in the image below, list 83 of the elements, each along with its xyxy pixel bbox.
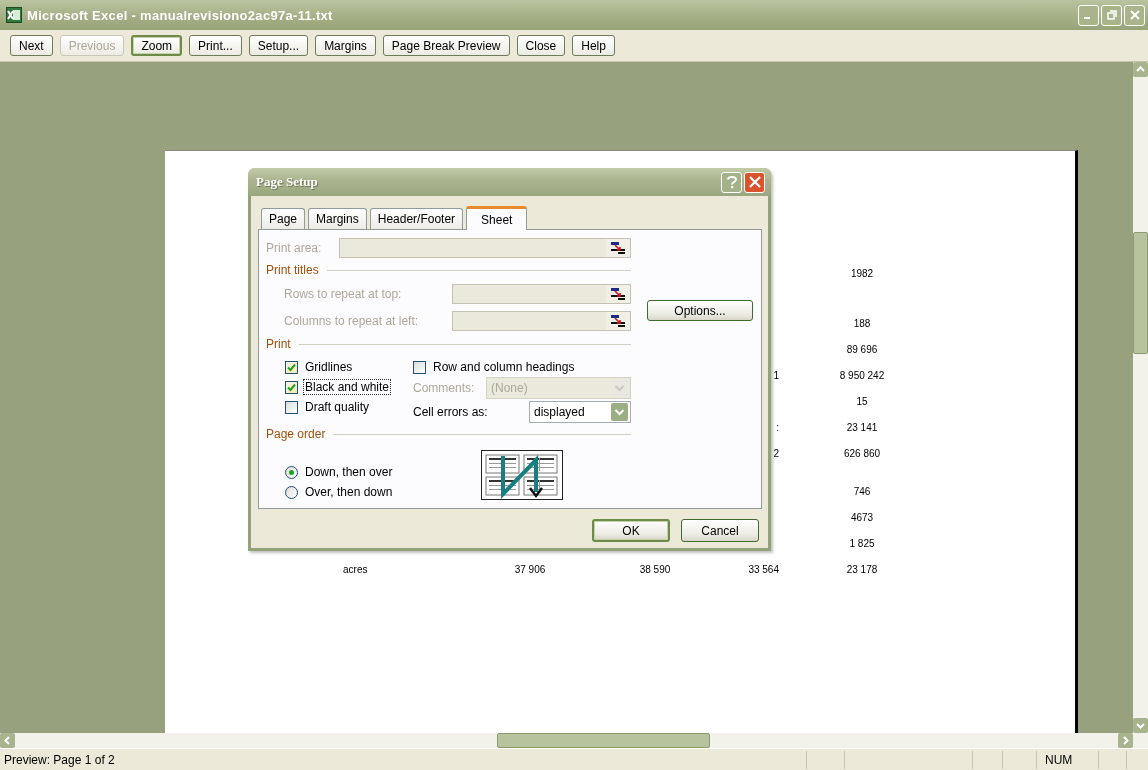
range-select-icon[interactable] [606,284,630,303]
dialog-title: Page Setup [256,174,319,190]
radio-label[interactable]: Over, then down [303,484,395,500]
toolbar-button[interactable]: Zoom [131,35,183,56]
section-heading: Page order [266,427,326,441]
minimize-icon [1084,17,1090,19]
scroll-thumb[interactable] [497,733,710,748]
table-cell: 23 141 [846,421,878,433]
checkbox[interactable] [285,360,298,374]
table-cell: acres [343,563,368,575]
scroll-left-icon[interactable] [0,733,15,748]
radio-button[interactable] [285,465,298,479]
table-cell: 188 [853,317,871,329]
radio-label[interactable]: Down, then over [303,464,395,480]
options-button[interactable]: Options... [647,300,753,321]
range-select-icon[interactable] [606,239,630,257]
table-cell: 1982 [850,267,874,279]
help-icon [725,175,738,189]
dialog-button[interactable]: OK [592,519,670,542]
tab[interactable]: Header/Footer [369,208,464,229]
status-text: Preview: Page 1 of 2 [3,752,116,767]
field-label: Rows to repeat at top: [284,286,403,301]
table-cell: 23 178 [846,563,878,575]
checkbox[interactable] [285,400,298,414]
input-field[interactable] [339,238,631,258]
close-icon [748,176,761,188]
checkbox[interactable] [285,380,298,394]
tab[interactable]: Margins [308,208,367,229]
radio-button[interactable] [285,485,298,499]
scroll-thumb[interactable] [1133,232,1148,354]
checkbox-label[interactable]: Gridlines [303,359,355,375]
table-cell: 15 [856,395,868,407]
table-cell: 626 860 [843,447,881,459]
tab[interactable]: Page [261,208,306,229]
scroll-right-icon[interactable] [1118,733,1133,748]
restore-icon [1106,10,1117,20]
table-cell: 4673 [850,511,874,523]
toolbar-button[interactable]: Help [572,35,615,56]
scroll-up-icon[interactable] [1133,62,1148,77]
table-cell: : [776,421,779,433]
dialog-button[interactable]: Cancel [681,519,759,542]
horizontal-scrollbar[interactable] [0,733,1148,748]
close-button[interactable] [1124,4,1145,26]
tab[interactable]: Sheet [466,206,528,230]
table-cell: 1 825 [849,537,875,549]
scroll-down-icon[interactable] [1133,718,1148,733]
field-label: Comments: [413,381,476,395]
input-field[interactable] [452,283,631,304]
toolbar-button[interactable]: Print... [189,35,242,56]
field-label: Columns to repeat at left: [284,313,420,328]
spreadsheet-icon [6,7,22,23]
table-cell: 1 [773,369,779,381]
checkbox-label[interactable]: Black and white [303,379,392,395]
restore-button[interactable] [1101,4,1122,26]
status-indicator: NUM [1036,750,1098,769]
table-cell: 8 950 242 [839,369,885,381]
table-cell: 89 696 [846,343,878,355]
section-heading: Print [266,337,291,351]
checkbox-label[interactable]: Draft quality [303,399,372,415]
field-label: Print area: [266,241,323,255]
table-cell: 38 590 [639,563,671,575]
table-cell: 746 [853,485,871,497]
toolbar-button[interactable]: Close [516,35,566,56]
cell-errors-dropdown[interactable]: displayed [529,401,631,423]
field-label: Cell errors as: [413,405,489,419]
help-button[interactable] [721,171,742,193]
table-cell: 37 906 [514,563,546,575]
input-field[interactable] [452,310,631,331]
checkbox[interactable] [413,360,426,374]
section-heading: Print titles [266,263,319,277]
close-icon [1129,10,1140,20]
window-title: Microsoft Excel - manualrevisiono2ac97a-11.txt [27,7,334,23]
toolbar-button[interactable]: Margins [315,35,376,56]
table-cell: 2 [773,447,779,459]
checkbox-label[interactable]: Row and column headings [431,359,577,375]
minimize-button[interactable] [1078,4,1099,26]
range-select-icon[interactable] [606,311,630,330]
vertical-scrollbar[interactable] [1133,62,1148,733]
toolbar-button[interactable]: Page Break Preview [382,35,510,56]
toolbar-button[interactable]: Next [10,35,53,56]
table-cell: 33 564 [748,563,779,575]
toolbar-button[interactable]: Setup... [248,35,309,56]
close-button[interactable] [744,171,765,193]
